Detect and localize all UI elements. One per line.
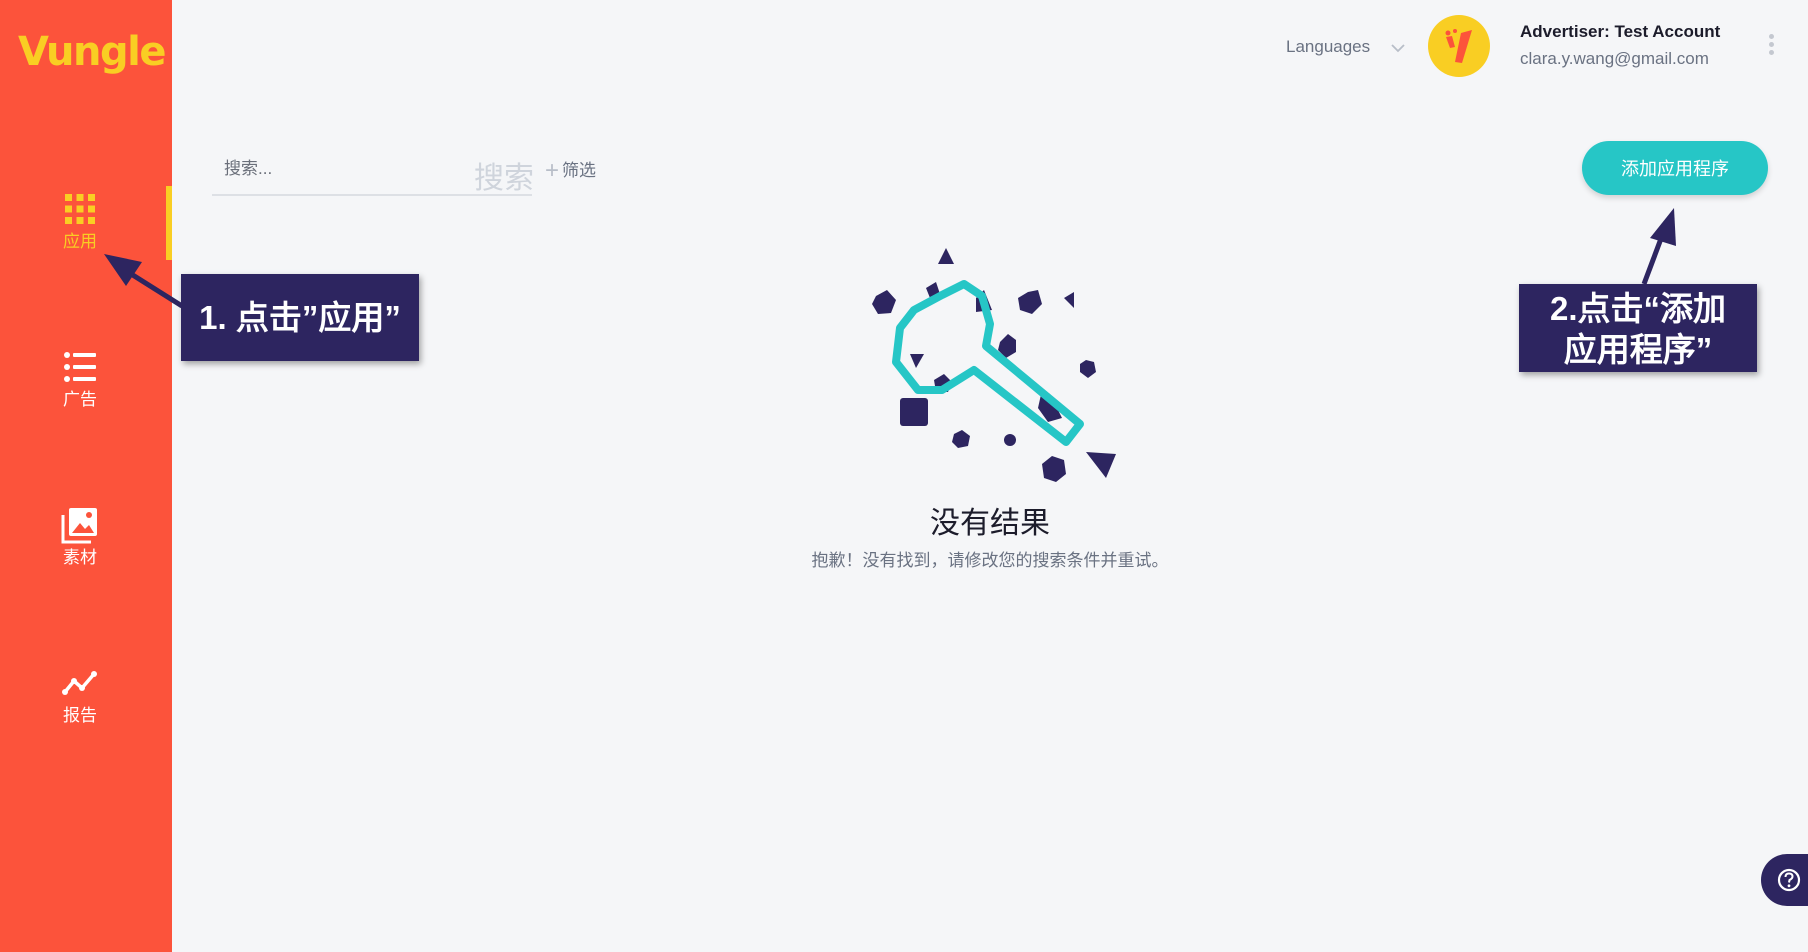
- annotation-step2-line2: 应用程序”: [1563, 331, 1713, 368]
- sidebar-item-apps[interactable]: 应用: [0, 190, 160, 270]
- annotation-step2: 2.点击“添加 应用程序”: [1519, 284, 1757, 372]
- annotation-step1: 1. 点击”应用”: [181, 274, 419, 361]
- search-input[interactable]: [224, 154, 464, 184]
- languages-dropdown[interactable]: Languages: [1286, 34, 1407, 60]
- vungle-mark-icon: [1445, 29, 1472, 63]
- languages-label: Languages: [1286, 37, 1371, 56]
- sidebar-item-label: 素材: [63, 548, 97, 567]
- annotation-step2-line1: 2.点击“添加: [1549, 290, 1727, 327]
- active-indicator: [166, 186, 172, 260]
- sidebar-item-ads[interactable]: 广告: [0, 348, 160, 428]
- no-results-wrench-icon: [872, 248, 1116, 482]
- search-button[interactable]: 搜索: [474, 153, 534, 197]
- sidebar-item-creatives[interactable]: 素材: [0, 506, 160, 586]
- filter-label: 筛选: [562, 161, 597, 180]
- chevron-down-icon: [1391, 43, 1405, 52]
- help-button[interactable]: [1761, 854, 1808, 906]
- sidebar-item-label: 报告: [63, 706, 97, 725]
- images-icon: [61, 508, 97, 544]
- sidebar-item-label: 应用: [63, 232, 97, 251]
- sidebar-item-reports[interactable]: 报告: [0, 664, 160, 744]
- vungle-logo[interactable]: Vungle: [18, 26, 166, 78]
- account-email: clara.y.wang@gmail.com: [1520, 49, 1709, 68]
- plus-icon: +: [545, 157, 560, 184]
- chart-line-icon: [62, 671, 97, 695]
- filter-button[interactable]: + 筛选: [545, 156, 596, 185]
- avatar[interactable]: [1428, 15, 1490, 77]
- empty-state-title: 没有结果: [930, 507, 1050, 540]
- grid-icon: [65, 194, 95, 224]
- sidebar: Vungle 应用 广告 素材 报告: [0, 0, 172, 952]
- empty-state-message: 抱歉！没有找到，请修改您的搜索条件并重试。: [811, 551, 1169, 570]
- account-name: Advertiser: Test Account: [1520, 22, 1721, 41]
- more-menu-icon[interactable]: [1766, 34, 1776, 62]
- list-icon: [64, 352, 96, 382]
- help-icon: [1777, 868, 1801, 892]
- sidebar-item-label: 广告: [63, 390, 97, 409]
- add-app-button[interactable]: 添加应用程序: [1582, 141, 1768, 195]
- arrow-to-add-app: [1641, 208, 1676, 285]
